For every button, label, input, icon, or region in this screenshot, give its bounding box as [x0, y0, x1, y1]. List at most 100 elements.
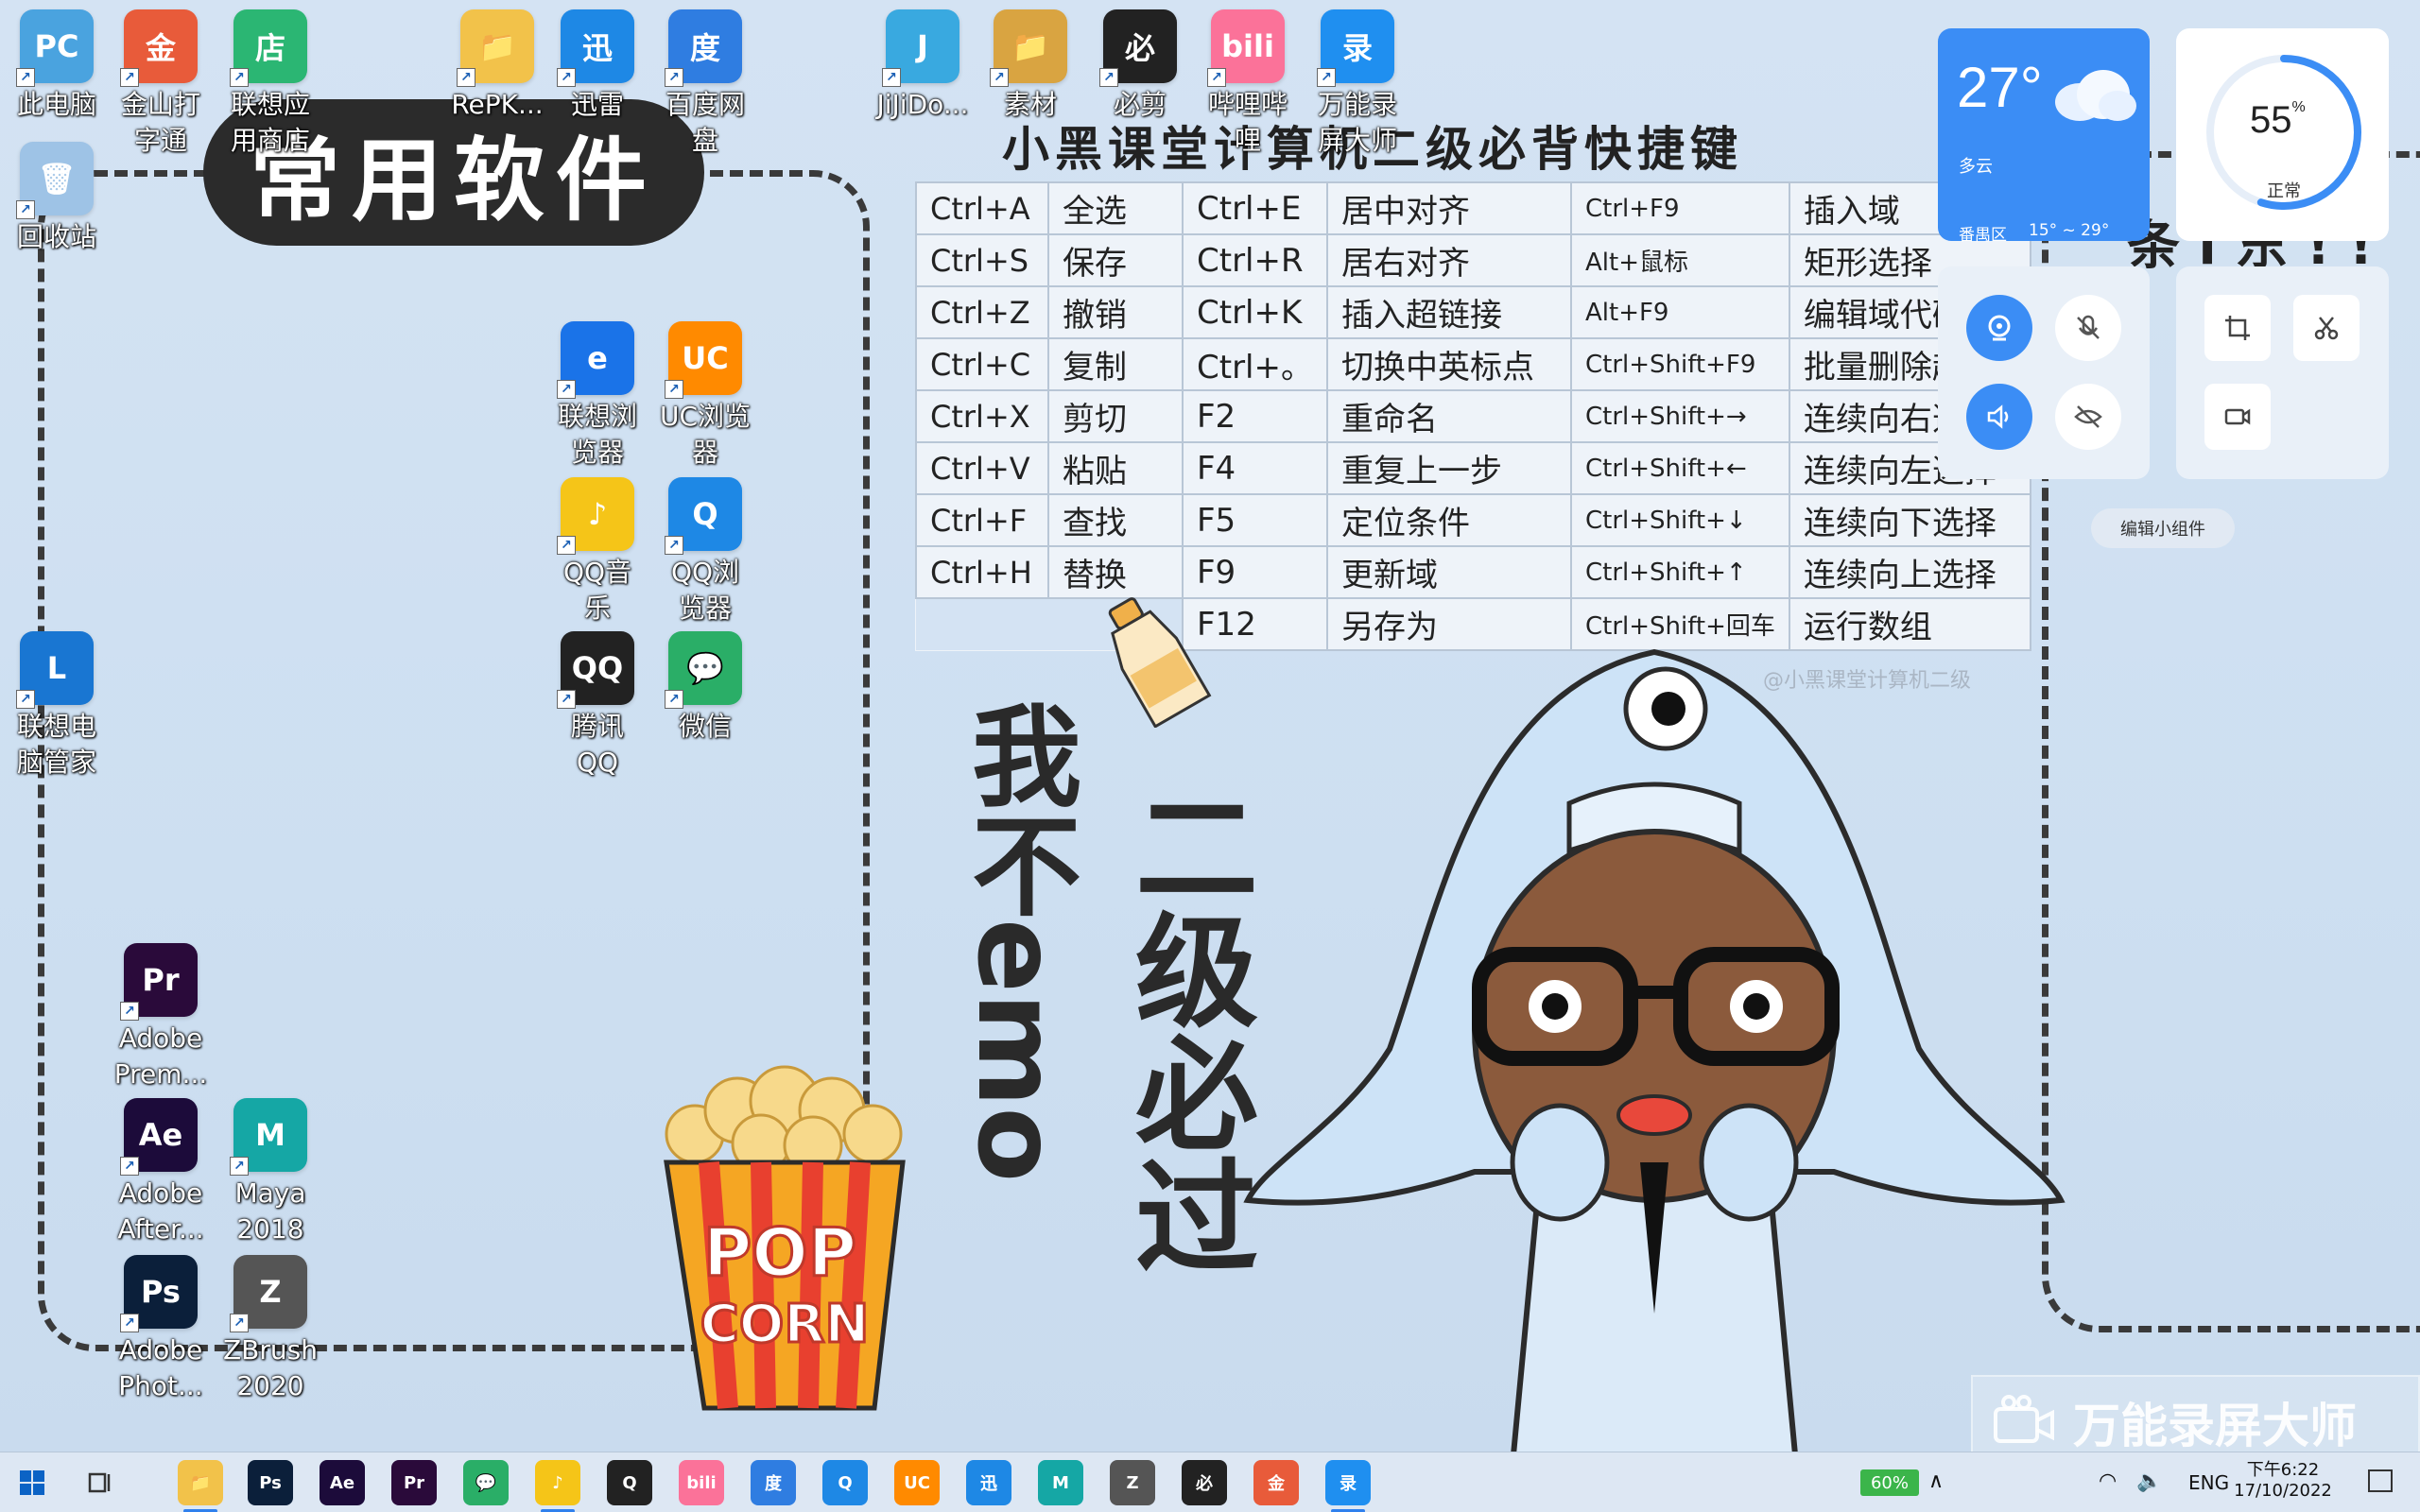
app-icon: bili ↗: [1207, 9, 1285, 87]
shortcut-arrow-icon: ↗: [230, 1157, 249, 1176]
chevron-up-icon[interactable]: ∧: [1928, 1469, 1944, 1493]
windows-start-icon[interactable]: [9, 1460, 55, 1505]
desktop-icon[interactable]: 📁 ↗ 素材: [974, 9, 1087, 123]
notification-icon[interactable]: [2368, 1469, 2393, 1492]
taskbar-app-icon[interactable]: 💬: [463, 1460, 509, 1505]
desktop-icon[interactable]: 金 ↗ 金山打 字通: [104, 9, 217, 159]
app-icon: 度 ↗: [665, 9, 742, 87]
shortcut-key: Alt+F9: [1569, 285, 1790, 339]
microphone-mute-icon[interactable]: [2055, 295, 2121, 361]
weather-location: 番禺区: [1959, 226, 2007, 245]
desktop-icon[interactable]: Ae ↗ Adobe After...: [104, 1098, 217, 1247]
taskbar-app-icon[interactable]: 📁: [178, 1460, 223, 1512]
taskbar-app-icon[interactable]: Z: [1110, 1460, 1155, 1505]
shortcut-key: F4: [1182, 441, 1328, 495]
clock[interactable]: 下午6:22 17/10/2022: [2231, 1460, 2335, 1502]
desktop-icon[interactable]: Q ↗ QQ浏 览器: [648, 477, 762, 627]
performance-widget[interactable]: 55% 正常: [2176, 28, 2389, 241]
shortcut-arrow-icon: ↗: [990, 68, 1009, 87]
taskbar-app-icon[interactable]: 迅: [966, 1460, 1011, 1505]
desktop-icon[interactable]: J ↗ JiJiDo...: [866, 9, 979, 123]
desktop-icon-label: Adobe Prem...: [113, 1022, 208, 1090]
app-icon: 店 ↗: [230, 9, 307, 87]
system-tray: 60% ∧ ◠ 🔈 ENG 下午6:22 17/10/2022: [1824, 1452, 2420, 1512]
taskbar-app-icon[interactable]: 度: [751, 1460, 796, 1505]
taskbar-app-icon[interactable]: Q: [607, 1460, 652, 1505]
shortcut-key: Ctrl+K: [1182, 285, 1328, 339]
milk-bottle-illustration: [1108, 597, 1212, 728]
popcorn-illustration: POP CORN: [664, 1065, 906, 1411]
shortcut-key: Ctrl+Shift+F9: [1569, 337, 1790, 391]
app-icon: QQ ↗: [557, 631, 634, 709]
taskbar-app-icon[interactable]: 金: [1253, 1460, 1299, 1505]
taskbar-app-icon[interactable]: 录: [1325, 1460, 1371, 1512]
edit-widgets-button[interactable]: 编辑小组件: [2091, 508, 2235, 548]
desktop-icon[interactable]: UC ↗ UC浏览 器: [648, 321, 762, 471]
record-video-icon[interactable]: [2204, 384, 2271, 450]
desktop-icon[interactable]: Pr ↗ Adobe Prem...: [104, 943, 217, 1092]
taskbar-app-icon[interactable]: Pr: [391, 1460, 437, 1505]
task-view-icon[interactable]: [78, 1460, 123, 1505]
taskbar-app-icon[interactable]: UC: [894, 1460, 940, 1505]
desktop-icon[interactable]: Z ↗ ZBrush 2020: [214, 1255, 327, 1404]
desktop-icon[interactable]: 💬 ↗ 微信: [648, 631, 762, 745]
shortcut-arrow-icon: ↗: [120, 68, 139, 87]
desktop-icon[interactable]: 度 ↗ 百度网 盘: [648, 9, 762, 159]
battery-indicator[interactable]: 60%: [1860, 1469, 1919, 1496]
shortcut-arrow-icon: ↗: [665, 380, 683, 399]
app-icon: PC ↗: [16, 9, 94, 87]
shortcut-action: 保存: [1047, 233, 1184, 287]
crop-icon[interactable]: [2204, 295, 2271, 361]
app-icon: Ps ↗: [120, 1255, 198, 1332]
eye-hidden-icon[interactable]: [2055, 384, 2121, 450]
shortcut-row: Ctrl+H 替换 F9 更新域 Ctrl+Shift+↑ 连续向上选择: [915, 545, 2031, 599]
speaker-icon[interactable]: [1966, 384, 2032, 450]
shortcut-table: Ctrl+A 全选 Ctrl+E 居中对齐 Ctrl+F9 插入域 Ctrl+S 保存 Ctrl…: [915, 181, 2031, 651]
desktop-icon[interactable]: bili ↗ 哔哩哔 哩: [1191, 9, 1305, 159]
weather-condition: 多云: [1959, 157, 1993, 177]
input-language[interactable]: ENG: [2188, 1471, 2229, 1494]
desktop-icon-label: QQ浏 览器: [670, 557, 740, 624]
desktop-icon[interactable]: ♪ ↗ QQ音 乐: [541, 477, 654, 627]
shortcut-action: 居中对齐: [1325, 181, 1572, 235]
taskbar: 📁 Ps Ae Pr 💬 ♪ Qbili 度 Q UC 迅 M Z 必金录 60% ∧ ◠ 🔈 ENG 下…: [0, 1452, 2420, 1512]
desktop-icon[interactable]: L ↗ 联想电 脑管家: [0, 631, 113, 781]
desktop-icon[interactable]: e ↗ 联想浏 览器: [541, 321, 654, 471]
desktop-icon[interactable]: 迅 ↗ 迅雷: [541, 9, 654, 123]
shortcut-key: Alt+鼠标: [1569, 233, 1790, 287]
taskbar-app-icon[interactable]: ♪: [535, 1460, 580, 1512]
desktop-icon-label: 百度网 盘: [665, 89, 745, 156]
camera-toggle-icon[interactable]: [1966, 295, 2032, 361]
shortcut-key: Ctrl+Shift+→: [1569, 389, 1790, 443]
desktop-icon[interactable]: 录 ↗ 万能录 屏大师: [1301, 9, 1414, 159]
weather-temperature: 27°: [1957, 56, 2043, 119]
taskbar-app-icon[interactable]: Ae: [320, 1460, 365, 1505]
shortcut-row: Ctrl+Z 撤销 Ctrl+K 插入超链接 Alt+F9 编辑域代码: [915, 285, 2031, 339]
taskbar-app-icon[interactable]: M: [1038, 1460, 1083, 1505]
shortcut-action: 插入超链接: [1325, 285, 1572, 339]
app-icon: ♪ ↗: [557, 477, 634, 555]
shortcut-action: 重命名: [1325, 389, 1572, 443]
svg-text:POP: POP: [703, 1214, 856, 1292]
taskbar-app-icon[interactable]: Ps: [248, 1460, 293, 1505]
desktop-icon[interactable]: 🗑 ↗ 回收站: [0, 142, 113, 255]
network-icon[interactable]: ◠: [2099, 1469, 2117, 1493]
taskbar-app-icon[interactable]: bili: [679, 1460, 724, 1505]
taskbar-app-icon[interactable]: 必: [1182, 1460, 1227, 1505]
app-icon: 录 ↗: [1317, 9, 1394, 87]
desktop-icon[interactable]: QQ ↗ 腾讯 QQ: [541, 631, 654, 781]
clock-date: 17/10/2022: [2234, 1481, 2332, 1501]
app-icon: Z ↗: [230, 1255, 307, 1332]
shortcut-arrow-icon: ↗: [665, 536, 683, 555]
taskbar-app-icon[interactable]: Q: [822, 1460, 868, 1505]
shortcut-action: 撤销: [1047, 285, 1184, 339]
shortcut-key: F5: [1182, 493, 1328, 547]
volume-icon[interactable]: 🔈: [2136, 1469, 2162, 1493]
shortcut-key: Ctrl+R: [1182, 233, 1328, 287]
desktop-icon[interactable]: M ↗ Maya 2018: [214, 1098, 327, 1247]
screenshot-scissors-icon[interactable]: [2293, 295, 2360, 361]
desktop-icon[interactable]: 店 ↗ 联想应 用商店: [214, 9, 327, 159]
weather-widget[interactable]: 27° 多云 番禺区 15° ~ 29°: [1938, 28, 2150, 245]
desktop-icon[interactable]: Ps ↗ Adobe Phot...: [104, 1255, 217, 1404]
desktop-icon[interactable]: 必 ↗ 必剪: [1083, 9, 1197, 123]
